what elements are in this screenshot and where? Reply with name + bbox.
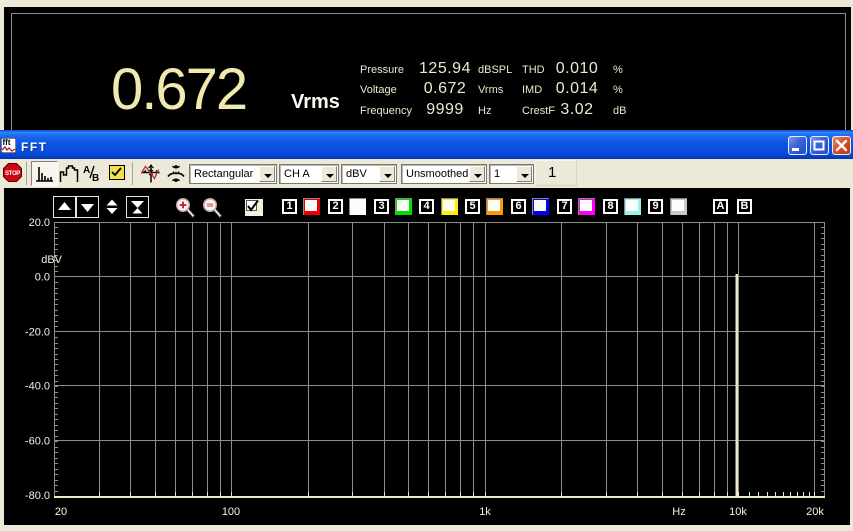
svg-text:1k: 1k: [479, 506, 491, 518]
svg-text:20: 20: [55, 506, 67, 518]
svg-text:10k: 10k: [729, 506, 747, 518]
svg-text:STOP: STOP: [5, 171, 20, 177]
svg-text:-40.0: -40.0: [25, 381, 50, 393]
svg-text:B: B: [92, 173, 99, 183]
svg-text:fft: fft: [3, 138, 11, 147]
svg-text:A: A: [83, 165, 90, 176]
svg-text:20k: 20k: [806, 506, 824, 518]
svg-text:-60.0: -60.0: [25, 436, 50, 448]
svg-text:dBV: dBV: [41, 254, 62, 266]
svg-text:100: 100: [222, 506, 240, 518]
svg-text:-20.0: -20.0: [25, 327, 50, 339]
svg-text:0.0: 0.0: [35, 272, 50, 284]
svg-text:Hz: Hz: [672, 506, 685, 518]
svg-text:20.0: 20.0: [29, 217, 50, 229]
svg-text:-80.0: -80.0: [25, 490, 50, 502]
